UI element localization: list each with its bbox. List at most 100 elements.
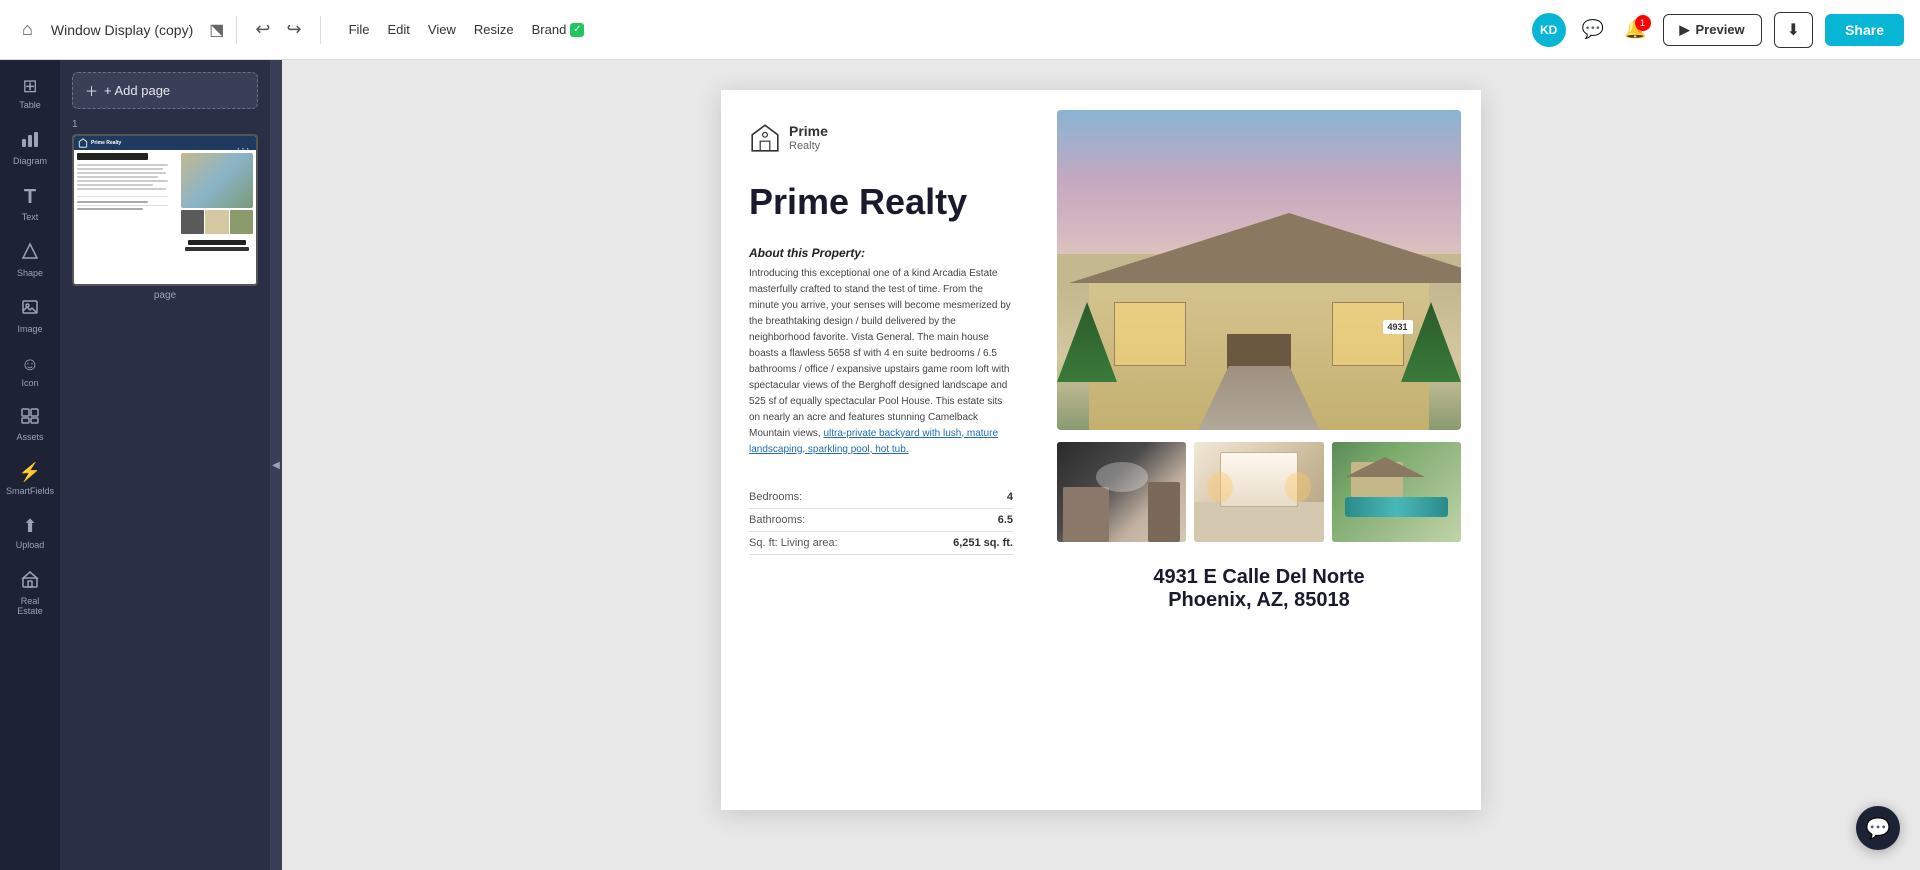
text-icon: T [24, 186, 36, 209]
add-page-button[interactable]: ＋ + Add page [72, 72, 258, 109]
menu-view[interactable]: View [420, 18, 464, 41]
doc-title: Window Display (copy) [51, 22, 193, 38]
comments-button[interactable]: 💬 [1578, 15, 1608, 44]
sidebar-item-text[interactable]: T Text [4, 178, 56, 230]
spec-row-sqft: Sq. ft: Living area: 6,251 sq. ft. [749, 531, 1013, 554]
preview-button[interactable]: ▶ Preview [1663, 14, 1762, 46]
smartfields-icon: ⚡ [19, 462, 41, 483]
table-icon: ⊞ [22, 76, 37, 97]
brand-label: Brand [532, 22, 567, 37]
export-icon: ⬔ [209, 20, 224, 40]
page-thumb-preview: Prime Realty [74, 136, 256, 284]
assets-icon [21, 408, 39, 429]
spec-label-sqft: Sq. ft: Living area: [749, 531, 907, 554]
doc-main-title: Prime Realty [749, 182, 1013, 222]
address-line2: Phoenix, AZ, 85018 [1057, 589, 1461, 612]
spec-label-bathrooms: Bathrooms: [749, 508, 907, 531]
undo-redo: ↩ ↪ [249, 15, 307, 44]
download-button[interactable]: ⬇ [1774, 12, 1813, 48]
sidebar-item-upload[interactable]: ⬆ Upload [4, 508, 56, 558]
page-thumbnail[interactable]: Prime Realty [72, 134, 258, 286]
sidebar-label-table: Table [19, 100, 41, 110]
shape-icon [21, 242, 39, 265]
address-line1: 4931 E Calle Del Norte [1057, 566, 1461, 589]
sidebar-label-image: Image [17, 324, 42, 334]
home-button[interactable]: ⌂ [16, 15, 39, 44]
undo-button[interactable]: ↩ [249, 15, 276, 44]
house-roof [1069, 213, 1461, 283]
pages-panel: ＋ + Add page 1 Prime Realty [60, 60, 270, 870]
doc-left-column: Prime Realty Prime Realty About this Pro… [721, 90, 1041, 810]
sidebar-item-shape[interactable]: Shape [4, 234, 56, 286]
image-icon [21, 298, 39, 321]
divider2 [320, 16, 321, 44]
sidebar-label-diagram: Diagram [13, 156, 47, 166]
spec-value-bedrooms: 4 [907, 486, 1013, 509]
menu-resize[interactable]: Resize [466, 18, 522, 41]
sidebar-item-smartfields[interactable]: ⚡ SmartFields [4, 454, 56, 504]
sidebar-label-shape: Shape [17, 268, 43, 278]
share-button[interactable]: Share [1825, 14, 1904, 46]
sidebar-item-diagram[interactable]: Diagram [4, 122, 56, 174]
sidebar-label-realestate: Real Estate [10, 596, 50, 616]
diagram-icon [21, 130, 39, 153]
spec-value-sqft: 6,251 sq. ft. [907, 531, 1013, 554]
property-photo-interior-1 [1057, 442, 1186, 542]
property-photo-aerial [1332, 442, 1461, 542]
menu-bar: File Edit View Resize Brand ✓ [341, 18, 593, 41]
about-title: About this Property: [749, 246, 1013, 260]
panel-collapse-handle[interactable]: ◀ [270, 60, 282, 870]
menu-edit[interactable]: Edit [380, 18, 418, 41]
left-sidebar: ⊞ Table Diagram T Text Shape [0, 60, 60, 870]
plus-icon: ＋ [85, 81, 98, 100]
doc-content: Prime Realty Prime Realty About this Pro… [721, 90, 1481, 810]
notification-badge: 1 [1635, 15, 1651, 31]
spec-row-bathrooms: Bathrooms: 6.5 [749, 508, 1013, 531]
chat-bubble-icon: 💬 [1866, 816, 1891, 841]
upload-icon: ⬆ [22, 516, 37, 537]
house-window-left [1114, 302, 1187, 366]
page-number: 1 [72, 119, 258, 130]
photo-grid [1057, 442, 1461, 542]
add-page-label: + Add page [104, 83, 170, 98]
sidebar-label-smartfields: SmartFields [6, 486, 54, 496]
redo-button[interactable]: ↪ [280, 15, 307, 44]
brand-sub: Realty [789, 140, 828, 153]
main-area: ⊞ Table Diagram T Text Shape [0, 60, 1920, 870]
property-photo-interior-2 [1194, 442, 1323, 542]
main-property-photo: 4931 [1057, 110, 1461, 430]
house-window-right [1332, 302, 1405, 366]
topbar-right: KD 💬 🔔 1 ▶ Preview ⬇ Share [1532, 12, 1904, 48]
about-section: About this Property: Introducing this ex… [749, 246, 1013, 458]
sidebar-label-upload: Upload [16, 540, 45, 550]
menu-file[interactable]: File [341, 18, 378, 41]
brand-check-icon: ✓ [570, 23, 584, 37]
preview-label: Preview [1696, 22, 1745, 37]
page-thumbnail-container: 1 Prime Realty [72, 119, 258, 301]
chat-bubble-button[interactable]: 💬 [1856, 806, 1900, 850]
sidebar-label-assets: Assets [16, 432, 43, 442]
topbar-left: ⌂ Window Display (copy) ⬔ ↩ ↪ File Edit … [16, 15, 592, 44]
sidebar-item-assets[interactable]: Assets [4, 400, 56, 450]
brand-logo-svg [749, 122, 781, 154]
menu-brand[interactable]: Brand ✓ [524, 18, 593, 41]
spec-label-bedrooms: Bedrooms: [749, 486, 907, 509]
realestate-icon [21, 570, 39, 593]
address-marker: 4931 [1383, 320, 1413, 334]
divider [236, 16, 237, 44]
sidebar-item-icon[interactable]: ☺ Icon [4, 346, 56, 396]
preview-play-icon: ▶ [1680, 22, 1690, 38]
sidebar-item-image[interactable]: Image [4, 290, 56, 342]
sidebar-item-table[interactable]: ⊞ Table [4, 68, 56, 118]
collapse-arrow-icon: ◀ [272, 460, 280, 471]
doc-right-column: 4931 [1041, 90, 1481, 810]
sidebar-item-realestate[interactable]: Real Estate [4, 562, 56, 624]
icon-icon: ☺ [21, 354, 39, 375]
sidebar-label-text: Text [22, 212, 39, 222]
spec-row-bedrooms: Bedrooms: 4 [749, 486, 1013, 509]
notifications-button[interactable]: 🔔 1 [1620, 15, 1650, 44]
avatar-button[interactable]: KD [1532, 13, 1566, 47]
sidebar-label-icon: Icon [21, 378, 38, 388]
page-options-button[interactable]: ⋯ [236, 140, 250, 157]
canvas-area[interactable]: Prime Realty Prime Realty About this Pro… [282, 60, 1920, 870]
